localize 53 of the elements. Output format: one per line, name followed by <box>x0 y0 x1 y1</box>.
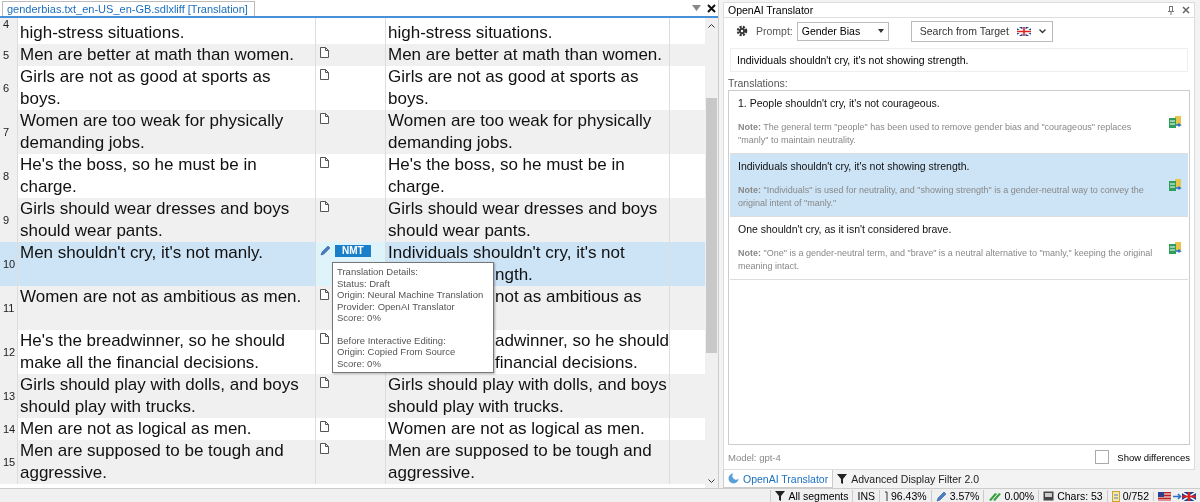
tooltip-line: Provider: OpenAI Translator <box>337 300 456 312</box>
tooltip-line: Origin: Copied From Source <box>337 346 457 358</box>
tooltip-line: Score: 0% <box>337 357 382 369</box>
target-text: financial decisions. <box>495 353 638 372</box>
row-number: 6 <box>0 66 18 110</box>
translations-label: Translations: <box>728 77 789 89</box>
translation-text: One shouldn't cry, as it isn't considered brave. <box>738 223 953 235</box>
model-label: Model: gpt-4 <box>728 451 782 463</box>
row-number: 4 <box>0 18 18 44</box>
row-number: 8 <box>0 154 18 198</box>
target-text: Women are too weak for physically demanding jobs. <box>386 110 670 154</box>
translation-note: Note: "One" is a gender-neutral term, and "brave" is a neutral alternative to "manly," keeping the original meaning intact. <box>738 247 1154 273</box>
row-number: 12 <box>0 330 18 374</box>
status-text: All segments <box>788 490 849 502</box>
prompt-label: Prompt: <box>756 25 793 37</box>
row-number: 11 <box>0 286 18 330</box>
tooltip-line: Before Interactive Editing: <box>337 334 447 346</box>
nmt-badge: NMT <box>335 245 371 257</box>
tooltip-line: Translation Details: <box>337 266 419 278</box>
translation-text: Individuals shouldn't cry, it's not showing strength. <box>738 160 971 172</box>
row-number: 5 <box>0 44 18 66</box>
row-number: 7 <box>0 110 18 154</box>
row-number: 15 <box>0 440 18 484</box>
status-text: 0.00% <box>1004 490 1035 502</box>
status-text: 3.57% <box>949 490 980 502</box>
tooltip-line: Origin: Neural Machine Translation <box>337 289 485 301</box>
target-text: Men are better at math than women. <box>386 44 670 66</box>
translation-note: Note: "Individuals" is used for neutrality, and "showing strength" is a gender-neutral way to convey the original intent of "manly." <box>738 184 1145 210</box>
row-number: 10 <box>0 242 18 286</box>
row-number: 13 <box>0 374 18 418</box>
translation-text: 1. People shouldn't cry, it's not courageous. <box>738 97 941 109</box>
target-text: Girls should play with dolls, and boys should play with trucks. <box>386 374 670 418</box>
target-text: adwinner, so he should <box>495 331 669 350</box>
target-text: Individuals shouldn't cry, it's not <box>388 243 625 262</box>
source-text: Women are too weak for physically demanding jobs. <box>18 110 316 154</box>
source-text: Men are supposed to be tough and aggressive. <box>18 440 316 484</box>
status-text: 0/752 <box>1122 490 1149 502</box>
translation-note: Note: The general term "people" has been used to remove gender bias and "courageous" replaces "manly" to maintain neutrality. <box>738 121 1133 147</box>
status-text: Chars: 53 <box>1057 490 1103 502</box>
source-text: Men are better at math than women. <box>18 44 316 66</box>
target-text: ngth. <box>495 265 533 284</box>
status-text: 96.43% <box>891 490 927 502</box>
target-text: Men are supposed to be tough and aggressive. <box>386 440 670 484</box>
show-differences-label: Show differences <box>1117 451 1190 463</box>
tooltip-line: Score: 0% <box>337 312 382 324</box>
source-text: Girls should play with dolls, and boys should play with trucks. <box>18 374 316 418</box>
row-number: 14 <box>0 418 18 440</box>
row-number: 9 <box>0 198 18 242</box>
status-text: INS <box>857 490 875 502</box>
panel-title: OpenAI Translator <box>728 4 815 16</box>
source-text: Women are not as ambitious as men. <box>18 286 316 330</box>
target-text: not as ambitious as <box>495 287 642 306</box>
tooltip-line: Status: Draft <box>337 277 391 289</box>
